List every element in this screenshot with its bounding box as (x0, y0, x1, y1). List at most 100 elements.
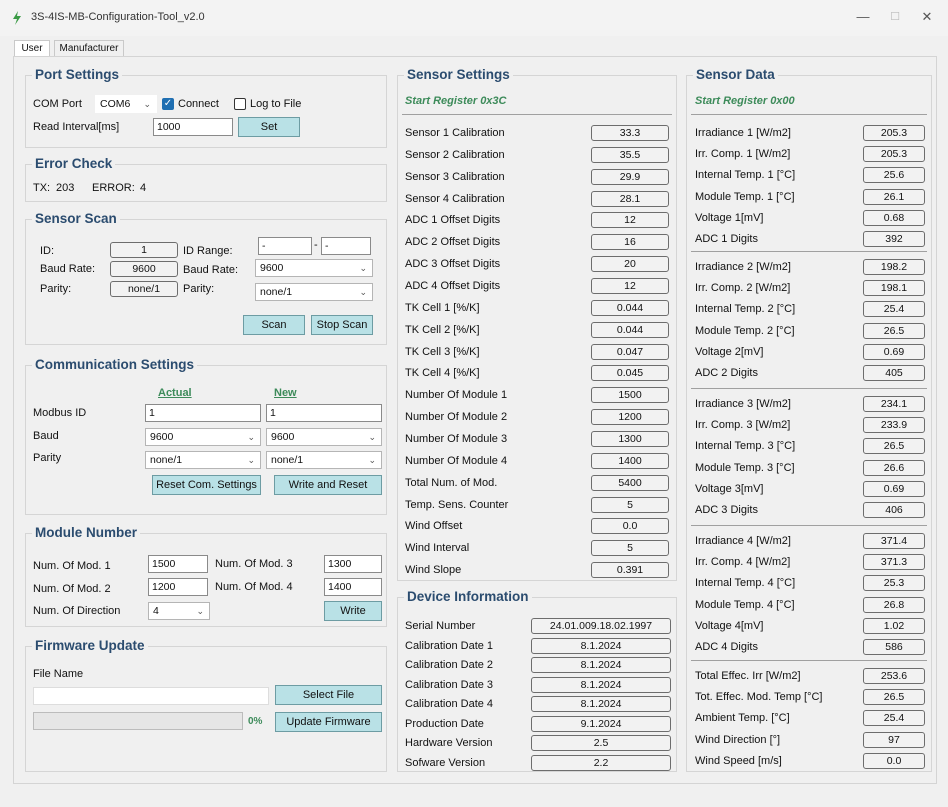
reset-com-settings-button[interactable]: Reset Com. Settings (152, 475, 261, 495)
sensor-setting-value: 1400 (591, 452, 669, 469)
actual-header: Actual (158, 387, 192, 399)
port-settings-group: Port Settings (25, 67, 387, 148)
sensor-data-value: 25.4 (863, 301, 925, 318)
mod4-label: Num. Of Mod. 4 (215, 581, 293, 593)
id-range-from-input[interactable]: - (258, 237, 312, 255)
parity-new-select[interactable]: none/1 ⌄ (266, 451, 382, 469)
mod4-input[interactable]: 1400 (324, 578, 382, 596)
sensor-data-value: 1.02 (863, 617, 925, 634)
parity-actual-value: none/1 (150, 454, 183, 466)
sensor-data-value: 586 (863, 639, 925, 655)
sensor-setting-label: Sensor 2 Calibration (405, 148, 505, 161)
log-to-file-checkbox[interactable] (234, 98, 246, 110)
sensor-data-value: 0.69 (863, 343, 925, 360)
connect-label: Connect (178, 98, 219, 110)
select-file-button[interactable]: Select File (275, 685, 382, 705)
device-info-label: Calibration Date 3 (405, 678, 494, 691)
error-check-group: Error Check (25, 156, 387, 202)
scan-id-value: 1 (110, 242, 178, 258)
check-icon: ✓ (163, 98, 173, 109)
parity-actual-select[interactable]: none/1 ⌄ (145, 451, 261, 469)
write-and-reset-button[interactable]: Write and Reset (274, 475, 382, 495)
sensor-data-label: Irradiance 1 [W/m2] (695, 127, 791, 139)
module-number-title: Module Number (32, 525, 141, 540)
update-firmware-button[interactable]: Update Firmware (275, 712, 382, 732)
mod3-input[interactable]: 1300 (324, 555, 382, 573)
chevron-down-icon: ⌄ (368, 455, 376, 465)
modbus-id-actual-input[interactable]: 1 (145, 404, 261, 422)
write-button[interactable]: Write (324, 601, 382, 621)
parity-new-value: none/1 (271, 454, 304, 466)
file-name-label: File Name (33, 668, 84, 680)
baud-rate-select[interactable]: 9600 ⌄ (255, 259, 373, 277)
sensor-setting-value: 1500 (591, 387, 669, 404)
mod2-input[interactable]: 1200 (148, 578, 208, 596)
sensor-data-label: Wind Direction [°] (695, 733, 781, 746)
tx-value: 203 (56, 182, 75, 194)
lightning-bolt-icon (13, 11, 21, 25)
scan-parity-value: none/1 (110, 281, 178, 297)
sensor-data-value: 0.69 (863, 480, 925, 497)
close-button[interactable]: ✕ (912, 6, 942, 28)
baud-new-select[interactable]: 9600 ⌄ (266, 428, 382, 446)
sensor-setting-value: 16 (591, 234, 669, 251)
minimize-button[interactable]: — (848, 6, 878, 28)
scan-button[interactable]: Scan (243, 315, 305, 335)
scan-baud-value: 9600 (110, 261, 178, 277)
sensor-data-label: Module Temp. 3 [°C] (695, 461, 795, 474)
tab-manufacturer[interactable]: Manufacturer (54, 40, 124, 57)
sensor-setting-label: ADC 1 Offset Digits (405, 214, 501, 227)
tx-label: TX: (33, 182, 51, 194)
sensor-data-label: Irradiance 2 [W/m2] (695, 261, 791, 273)
device-info-value: 9.1.2024 (531, 715, 671, 732)
sensor-data-value: 26.6 (863, 459, 925, 476)
sensor-data-label: Voltage 4[mV] (695, 619, 764, 632)
baud-actual-select[interactable]: 9600 ⌄ (145, 428, 261, 446)
maximize-button[interactable]: ☐ (880, 6, 910, 28)
sensor-data-label: Internal Temp. 1 [°C] (695, 169, 796, 182)
divider (691, 660, 927, 661)
sensor-setting-label: TK Cell 1 [%/K] (405, 301, 480, 314)
sensor-data-label: Voltage 1[mV] (695, 211, 764, 224)
sensor-data-label: Irradiance 4 [W/m2] (695, 535, 791, 547)
sensor-setting-value: 5400 (591, 474, 669, 491)
firmware-progress-bar (33, 712, 243, 730)
stop-scan-button[interactable]: Stop Scan (311, 315, 373, 335)
scan-id-label: ID: (40, 245, 55, 257)
sensor-setting-label: Wind Interval (405, 542, 470, 555)
read-interval-input[interactable]: 1000 (153, 118, 233, 136)
sensor-setting-label: ADC 4 Offset Digits (405, 280, 501, 292)
id-range-to-input[interactable]: - (321, 237, 371, 255)
sensor-data-value: 198.2 (863, 259, 925, 275)
mod1-label: Num. Of Mod. 1 (33, 560, 111, 572)
baud-rate-select-value: 9600 (260, 262, 284, 274)
sensor-data-value: 205.3 (863, 125, 925, 141)
sensor-data-value: 233.9 (863, 417, 925, 434)
sensor-setting-value: 1300 (591, 430, 669, 447)
mod3-label: Num. Of Mod. 3 (215, 558, 293, 570)
sensor-data-label: Internal Temp. 3 [°C] (695, 440, 796, 453)
sensor-setting-value: 1200 (591, 409, 669, 426)
modbus-id-new-input[interactable]: 1 (266, 404, 382, 422)
mod1-input[interactable]: 1500 (148, 555, 208, 573)
tab-user[interactable]: User (14, 40, 50, 57)
connect-checkbox[interactable]: ✓ (162, 98, 174, 110)
file-name-input[interactable] (33, 687, 269, 705)
sensor-setting-value: 35.5 (591, 146, 669, 163)
device-info-value: 24.01.009.18.02.1997 (531, 618, 671, 634)
com-port-select[interactable]: COM6 ⌄ (95, 95, 157, 113)
sensor-setting-label: Number Of Module 2 (405, 411, 508, 424)
new-header: New (274, 387, 297, 399)
parity-select[interactable]: none/1 ⌄ (255, 283, 373, 301)
chevron-down-icon: ⌄ (247, 455, 255, 465)
sensor-data-label: Irradiance 3 [W/m2] (695, 398, 791, 410)
device-information-title: Device Information (404, 589, 532, 604)
sensor-data-label: Irr. Comp. 2 [W/m2] (695, 282, 791, 295)
sensor-data-label: Module Temp. 1 [°C] (695, 190, 795, 203)
chevron-down-icon: ⌄ (196, 606, 204, 616)
sensor-setting-value: 0.0 (591, 518, 669, 535)
firmware-update-group: Firmware Update (25, 638, 387, 772)
set-button[interactable]: Set (238, 117, 300, 137)
direction-select[interactable]: 4 ⌄ (148, 602, 210, 620)
sensor-data-subtitle: Start Register 0x00 (695, 95, 795, 107)
